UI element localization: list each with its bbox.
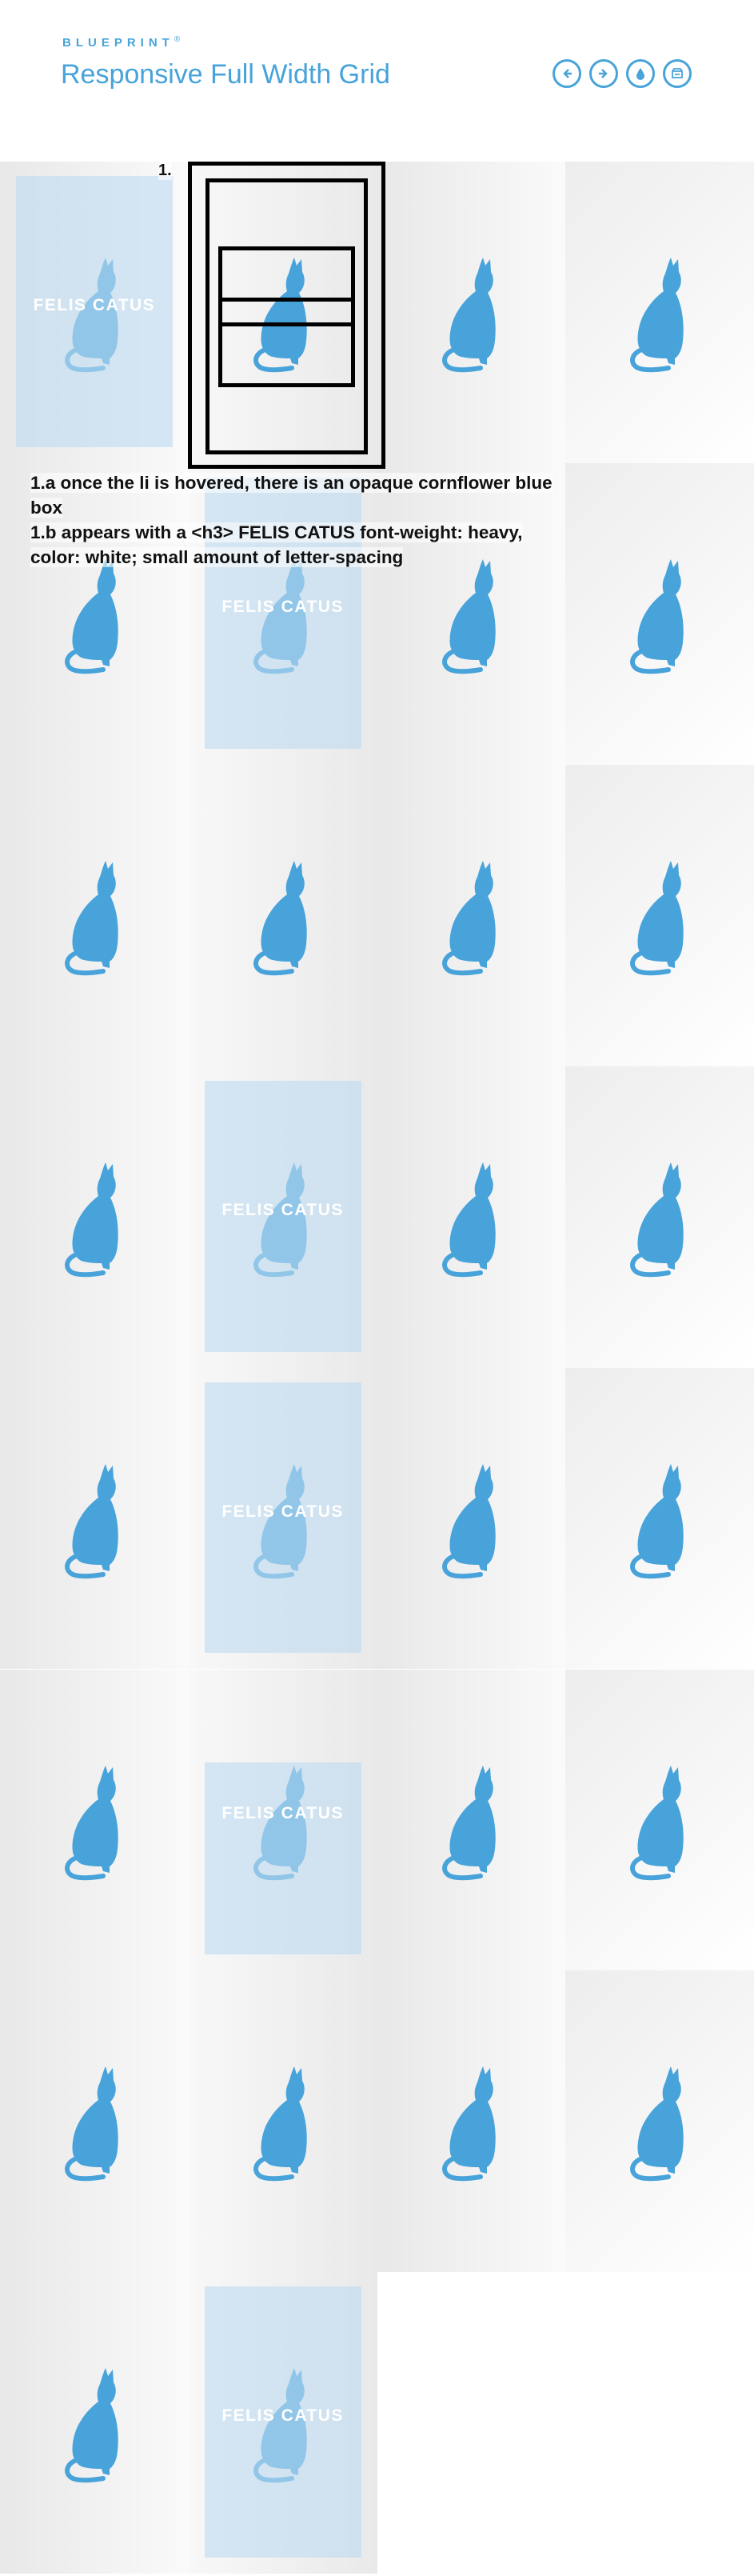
cat-icon — [630, 1765, 684, 1880]
archive-icon — [671, 67, 684, 80]
annotation-note: 1.a once the li is hovered, there is an … — [30, 470, 606, 570]
cat-icon — [441, 1463, 496, 1578]
archive-button[interactable] — [663, 59, 692, 88]
cat-icon — [253, 2066, 307, 2182]
cat-icon — [630, 1463, 684, 1578]
grid-tile[interactable] — [565, 1669, 754, 1971]
cat-icon — [441, 2066, 496, 2182]
tile-heading: FELIS CATUS — [221, 2406, 344, 2426]
grid-tile[interactable]: FELIS CATUS — [188, 2272, 377, 2574]
grid-tile[interactable] — [0, 1970, 189, 2273]
cat-icon — [630, 1162, 684, 1277]
page-title: Responsive Full Width Grid — [61, 59, 390, 90]
annotation-1a-cont: box — [30, 498, 63, 518]
arrow-left-icon — [561, 67, 573, 80]
cat-icon — [65, 558, 118, 674]
grid-tile[interactable] — [0, 1367, 189, 1670]
cat-icon — [65, 2368, 118, 2483]
cat-icon — [65, 1162, 118, 1277]
tile-heading: FELIS CATUS — [221, 597, 344, 616]
cat-icon — [253, 860, 307, 976]
grid-tile[interactable] — [377, 1066, 566, 1368]
cat-icon — [441, 1162, 496, 1277]
cat-icon — [441, 860, 496, 976]
annotation-1b: 1.b appears with a <h3> FELIS CATUS font… — [30, 522, 523, 542]
registered-mark: ® — [174, 35, 181, 44]
cat-icon — [441, 1765, 496, 1880]
cat-icon — [65, 1463, 118, 1578]
grid-tile[interactable] — [565, 1367, 754, 1670]
arrow-right-icon — [597, 67, 610, 80]
tile-heading: FELIS CATUS — [33, 296, 156, 314]
cat-icon — [630, 258, 684, 373]
grid-tile[interactable] — [565, 1066, 754, 1368]
grid-tile[interactable]: FELIS CATUS — [188, 1066, 377, 1368]
annotation-marker: 1. — [158, 162, 172, 180]
grid-tile[interactable] — [0, 2272, 189, 2574]
tile-heading: FELIS CATUS — [221, 1803, 344, 1822]
brand-logo[interactable]: BLUEPRINT® — [62, 35, 180, 50]
grid-tile[interactable] — [565, 1970, 754, 2273]
grid-tile[interactable]: FELIS CATUS — [0, 162, 189, 463]
grid-tile[interactable]: FELIS CATUS — [188, 1669, 377, 1971]
grid-tile[interactable] — [377, 764, 566, 1066]
grid-tile[interactable] — [188, 1970, 377, 2273]
header-nav — [553, 59, 692, 88]
brand-name: BLUEPRINT — [62, 36, 174, 50]
cat-icon — [630, 860, 684, 976]
cat-icon — [65, 1765, 118, 1880]
grid-tile[interactable] — [377, 162, 566, 463]
grid-tile[interactable]: FELIS CATUS — [188, 1367, 377, 1670]
cat-icon — [441, 558, 496, 674]
tile-heading: FELIS CATUS — [221, 1502, 344, 1521]
cat-icon — [441, 258, 496, 373]
annotation-heading-box — [218, 298, 355, 326]
grid-tile[interactable] — [0, 764, 189, 1066]
drop-icon — [635, 67, 646, 80]
grid-tile[interactable] — [565, 162, 754, 463]
grid-tile[interactable] — [377, 1669, 566, 1971]
cat-icon — [65, 2066, 118, 2182]
cat-icon — [65, 860, 118, 976]
annotation-1b-cont: color: white; small amount of letter-spa… — [30, 547, 404, 567]
cat-icon — [630, 558, 684, 674]
annotation-1a: 1.a once the li is hovered, there is an … — [30, 473, 553, 493]
tile-heading: FELIS CATUS — [221, 1200, 344, 1219]
hover-overlay — [204, 1762, 361, 1955]
grid-tile[interactable] — [0, 1669, 189, 1971]
grid-tile[interactable] — [377, 1970, 566, 2273]
previous-button[interactable] — [553, 59, 581, 88]
grid-tile[interactable] — [565, 764, 754, 1066]
drop-button[interactable] — [626, 59, 655, 88]
grid-tile[interactable] — [377, 1367, 566, 1670]
next-button[interactable] — [589, 59, 618, 88]
grid-tile[interactable] — [0, 1066, 189, 1368]
cat-icon — [630, 2066, 684, 2182]
grid-tile[interactable] — [188, 764, 377, 1066]
